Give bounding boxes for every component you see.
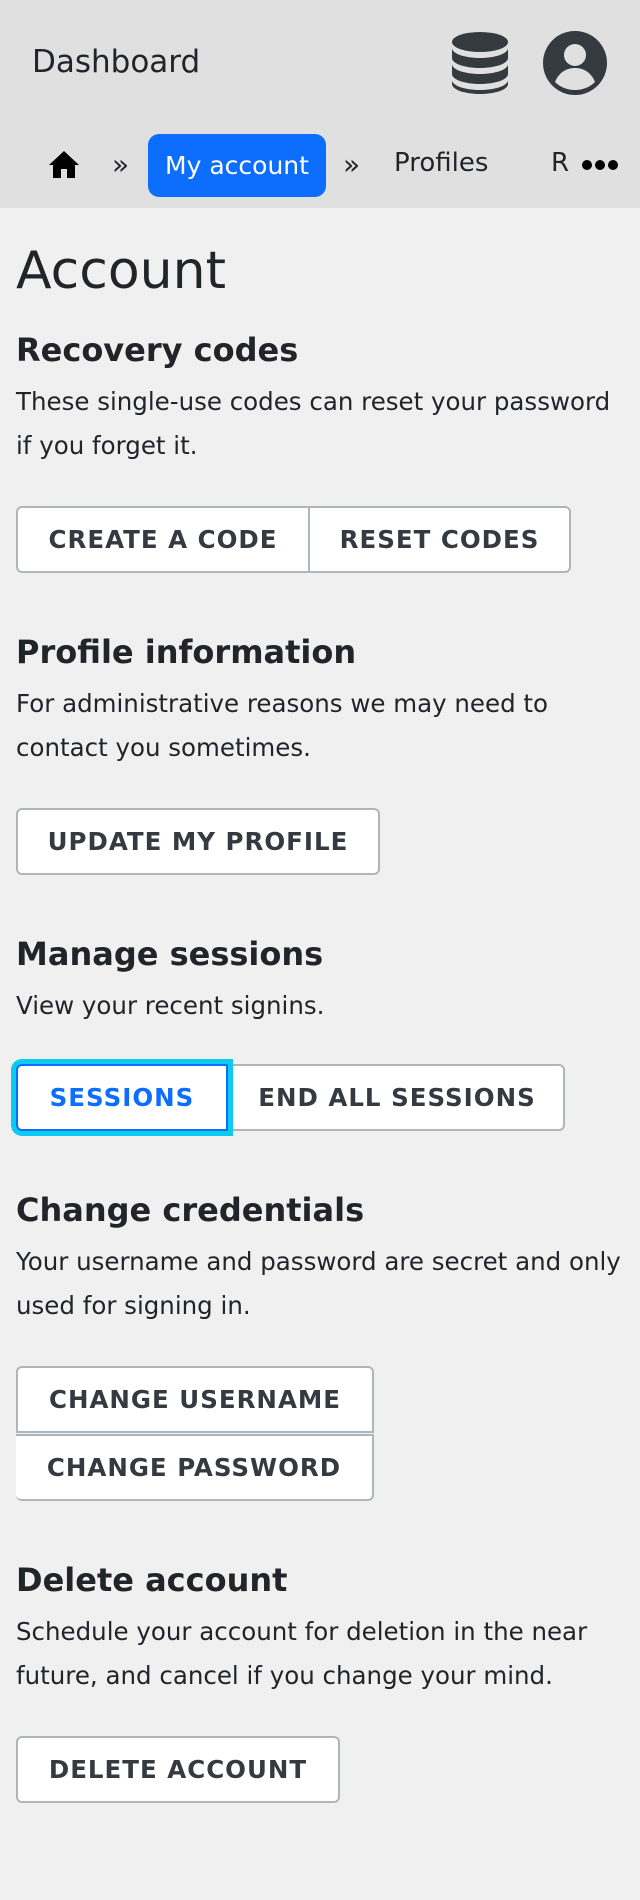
section-heading: Recovery codes [16, 331, 299, 369]
section-heading: Delete account [16, 1561, 288, 1599]
section-description: Your username and password are secret an… [16, 1247, 621, 1320]
database-icon[interactable] [448, 30, 512, 96]
more-horizontal-icon[interactable] [582, 154, 618, 176]
home-icon[interactable] [47, 148, 81, 182]
breadcrumb-item-truncated[interactable]: R [551, 146, 569, 180]
user-circle-icon[interactable] [542, 30, 608, 96]
section-heading: Change credentials [16, 1191, 365, 1229]
section-description: Schedule your account for deletion in th… [16, 1617, 588, 1690]
top-header: Dashboard » My account » Profiles R [0, 0, 640, 208]
breadcrumb-item-profiles[interactable]: Profiles [394, 146, 488, 180]
section-description: For administrative reasons we may need t… [16, 689, 549, 762]
change-username-button[interactable]: CHANGE USERNAME [16, 1366, 374, 1433]
change-password-button[interactable]: CHANGE PASSWORD [16, 1434, 374, 1501]
section-description: These single-use codes can reset your pa… [16, 387, 611, 460]
section-heading: Manage sessions [16, 935, 324, 973]
update-profile-button[interactable]: UPDATE MY PROFILE [16, 808, 380, 875]
section-description: View your recent signins. [16, 991, 325, 1020]
breadcrumb-separator: » [343, 148, 361, 181]
section-heading: Profile information [16, 633, 357, 671]
end-all-sessions-button[interactable]: END ALL SESSIONS [230, 1064, 565, 1131]
delete-account-button[interactable]: DELETE ACCOUNT [16, 1736, 340, 1803]
page-title: Account [16, 241, 226, 301]
reset-codes-button[interactable]: RESET CODES [309, 506, 571, 573]
breadcrumb-item-my-account[interactable]: My account [148, 134, 326, 197]
breadcrumb-separator: » [112, 148, 130, 181]
create-code-button[interactable]: CREATE A CODE [16, 506, 310, 573]
sessions-button[interactable]: SESSIONS [16, 1064, 228, 1131]
app-title[interactable]: Dashboard [32, 42, 200, 82]
